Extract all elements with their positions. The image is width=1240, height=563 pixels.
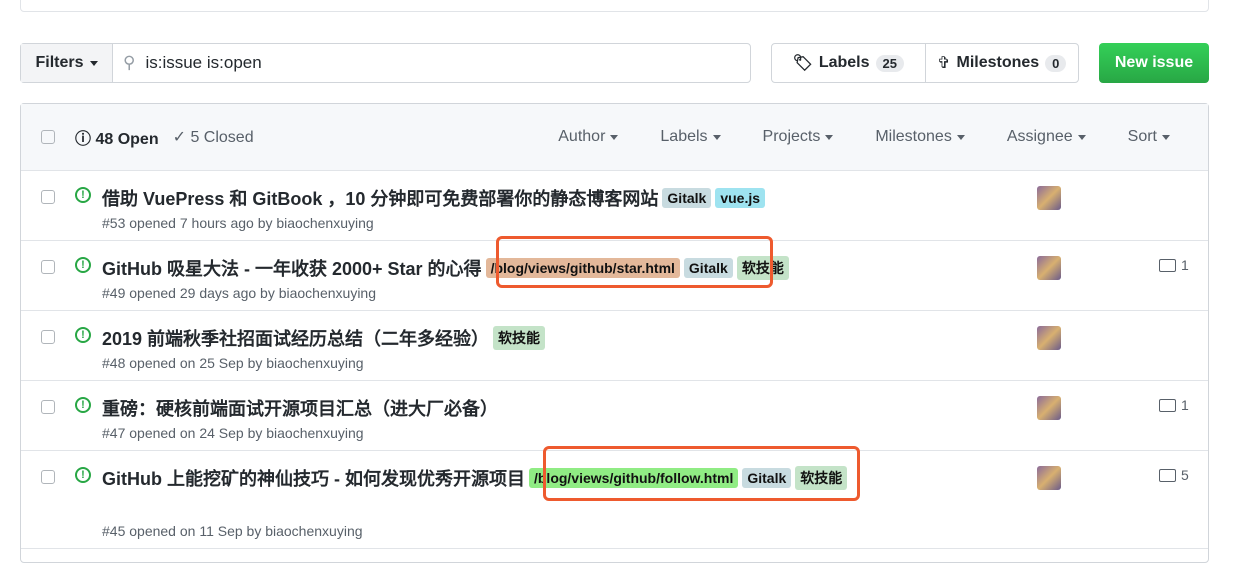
issue-open-icon: ! <box>75 397 91 413</box>
comments-link[interactable]: 5 <box>1159 467 1189 483</box>
issue-label[interactable]: Gitalk <box>662 188 712 208</box>
issue-label[interactable]: vue.js <box>715 188 766 208</box>
assignee-avatar[interactable] <box>1037 326 1061 350</box>
issue-row: ! 借助 VuePress 和 GitBook ，10 分钟即可免费部署你的静态… <box>21 171 1208 241</box>
caret-down-icon <box>825 134 834 140</box>
filter-label: Labels <box>660 128 708 145</box>
issue-title[interactable]: 2019 前端秋季社招面试经历总结（二年多经验） <box>102 325 489 351</box>
labels-label: Labels <box>818 54 870 71</box>
issue-checkbox[interactable] <box>41 190 55 204</box>
issue-open-icon: ! <box>75 467 91 483</box>
issue-title[interactable]: 借助 VuePress 和 GitBook ，10 分钟即可免费部署你的静态博客… <box>102 185 658 211</box>
comments-link[interactable]: 1 <box>1159 397 1189 413</box>
filter-label: Projects <box>762 128 821 145</box>
filter-assignee[interactable]: Assignee <box>1007 128 1086 146</box>
select-all-checkbox[interactable] <box>41 130 55 144</box>
comment-count: 1 <box>1181 397 1189 413</box>
issue-checkbox[interactable] <box>41 260 55 274</box>
highlight-box <box>543 446 860 501</box>
top-panel <box>20 0 1209 12</box>
milestones-count: 0 <box>1045 54 1067 72</box>
filter-milestones[interactable]: Milestones <box>875 128 965 146</box>
filter-projects[interactable]: Projects <box>763 128 834 146</box>
issue-title[interactable]: GitHub 吸星大法 - 一年收获 2000+ Star 的心得 <box>102 255 482 281</box>
comments-link[interactable]: 1 <box>1159 257 1189 273</box>
issue-open-icon: ⓘ <box>75 131 96 148</box>
search-icon: ⚲ <box>123 53 136 72</box>
highlight-box <box>496 236 773 288</box>
assignee-avatar[interactable] <box>1037 466 1061 490</box>
closed-filter[interactable]: ✓ 5 Closed <box>173 127 254 147</box>
comment-count: 5 <box>1181 467 1189 483</box>
milestone-icon: ✞ <box>937 55 951 72</box>
issue-meta: #48 opened on 25 Sep by biaochenxuying <box>102 355 364 371</box>
filter-sort[interactable]: Sort <box>1128 128 1170 146</box>
labels-count: 25 <box>875 54 904 72</box>
issue-open-icon: ! <box>75 327 91 343</box>
issue-open-icon: ! <box>75 187 91 203</box>
caret-down-icon <box>956 134 965 140</box>
tag-icon: 🏷 <box>792 55 813 72</box>
issue-checkbox[interactable] <box>41 470 55 484</box>
caret-down-icon <box>89 60 98 66</box>
new-issue-button[interactable]: New issue <box>1099 43 1209 83</box>
filters-button[interactable]: Filters <box>21 44 113 82</box>
caret-down-icon <box>712 134 721 140</box>
labels-button[interactable]: 🏷 Labels 25 <box>772 44 925 82</box>
issue-title[interactable]: 重磅：硬核前端面试开源项目汇总（进大厂必备） <box>102 395 498 421</box>
issue-row: ! 2019 前端秋季社招面试经历总结（二年多经验） 软技能 #48 opened… <box>21 311 1208 381</box>
check-icon: ✓ <box>172 129 191 146</box>
issue-checkbox[interactable] <box>41 400 55 414</box>
issue-list-header: ⓘ 48 Open ✓ 5 Closed Author Labels Project… <box>21 104 1208 171</box>
assignee-avatar[interactable] <box>1037 396 1061 420</box>
issue-label[interactable]: 软技能 <box>493 326 546 350</box>
issue-title[interactable]: GitHub 上能挖矿的神仙技巧 - 如何发现优秀开源项目 <box>102 465 525 491</box>
closed-count: 5 Closed <box>190 129 254 146</box>
comment-icon <box>1159 468 1176 482</box>
filter-label: Assignee <box>1006 128 1073 145</box>
search-input[interactable]: ⚲ is:issue is:open <box>113 44 750 82</box>
caret-down-icon <box>1162 134 1170 140</box>
open-filter[interactable]: ⓘ 48 Open <box>75 125 159 149</box>
filter-author[interactable]: Author <box>558 128 619 146</box>
milestones-label: Milestones <box>956 54 1040 71</box>
assignee-avatar[interactable] <box>1037 186 1061 210</box>
issue-open-icon: ! <box>75 257 91 273</box>
issue-row: ! 重磅：硬核前端面试开源项目汇总（进大厂必备） #47 opened on 2… <box>21 381 1208 451</box>
milestones-button[interactable]: ✞ Milestones 0 <box>924 44 1079 82</box>
issue-meta: #45 opened on 11 Sep by biaochenxuying <box>102 523 363 539</box>
caret-down-icon <box>1077 134 1086 140</box>
comment-count: 1 <box>1181 257 1189 273</box>
open-count: 48 Open <box>95 131 159 148</box>
issue-checkbox[interactable] <box>41 330 55 344</box>
search-query: is:issue is:open <box>145 53 262 72</box>
filters-bar: Filters ⚲ is:issue is:open <box>20 43 751 83</box>
labels-milestones: 🏷 Labels 25 ✞ Milestones 0 <box>771 43 1079 83</box>
filter-label: Author <box>558 128 606 145</box>
issue-meta: #47 opened on 24 Sep by biaochenxuying <box>102 425 364 441</box>
assignee-avatar[interactable] <box>1037 256 1061 280</box>
filters-label: Filters <box>35 54 84 71</box>
caret-down-icon <box>610 134 619 140</box>
filter-labels[interactable]: Labels <box>660 128 721 146</box>
filter-label: Milestones <box>875 128 952 145</box>
issue-meta: #49 opened 29 days ago by biaochenxuying <box>102 285 376 301</box>
issue-meta: #53 opened 7 hours ago by biaochenxuying <box>102 215 374 231</box>
comment-icon <box>1159 398 1176 412</box>
filter-label: Sort <box>1127 128 1157 145</box>
comment-icon <box>1159 258 1176 272</box>
